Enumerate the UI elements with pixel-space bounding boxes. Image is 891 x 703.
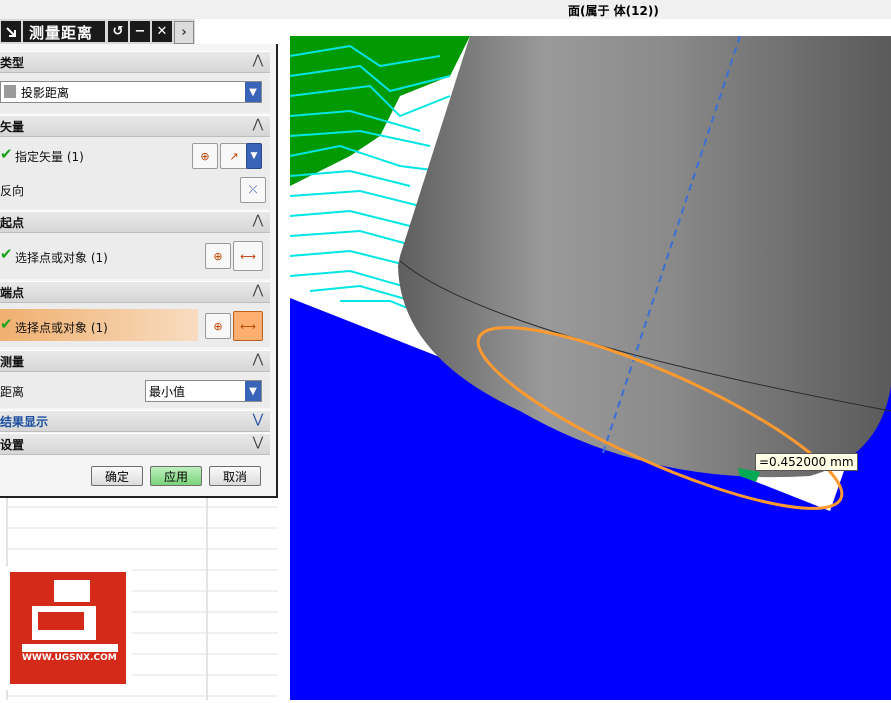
measure-row: 距离 最小值 ▼ (0, 372, 270, 408)
measure-point-icon[interactable]: ⟷ (233, 241, 263, 271)
chevron-up-icon[interactable]: ⋀ (251, 283, 265, 299)
chevron-down-icon[interactable]: ▼ (245, 381, 261, 401)
section-vector-title: 矢量 (0, 120, 25, 134)
dialog-title: 测量距离 (29, 24, 94, 42)
chevron-down-icon[interactable]: ⋁ (251, 412, 265, 428)
chevron-down-icon[interactable]: ▼ (246, 143, 262, 169)
section-start-title: 起点 (0, 216, 25, 230)
end-select-label: 选择点或对象 (1) (15, 321, 108, 335)
distance-mode-value: 最小值 (149, 385, 186, 399)
section-type-title: 类型 (0, 56, 25, 70)
point-dialog-icon[interactable]: ⊕ (205, 243, 231, 269)
close-button[interactable]: ✕ (152, 21, 172, 42)
section-vector-header[interactable]: 矢量 ⋀ (0, 115, 270, 137)
type-select-value: 投影距离 (21, 86, 70, 100)
minimize-button[interactable]: − (130, 21, 150, 42)
end-point-row: ✔ 选择点或对象 (1) ⊕ ⟷ (0, 303, 270, 347)
chevron-up-icon[interactable]: ⋀ (251, 117, 265, 133)
chevron-down-icon[interactable]: ⋁ (251, 435, 265, 451)
check-icon: ✔ (0, 245, 13, 263)
section-result-title: 结果显示 (0, 415, 49, 429)
section-end-header[interactable]: 端点 ⋀ (0, 281, 270, 303)
section-type-header[interactable]: 类型 ⋀ (0, 51, 270, 73)
type-row: 投影距离 ▼ (0, 73, 270, 113)
status-bar: 面(属于 体(12)) (0, 0, 891, 19)
distance-mode-select[interactable]: 最小值 ▼ (145, 380, 262, 402)
chevron-up-icon[interactable]: ⋀ (251, 352, 265, 368)
chevron-up-icon[interactable]: ⋀ (251, 53, 265, 69)
graphics-viewport[interactable] (289, 35, 891, 700)
logo-text: WWW.UGSNX.COM (22, 653, 117, 663)
section-measure-title: 测量 (0, 355, 25, 369)
section-settings-header[interactable]: 设置 ⋁ (0, 433, 270, 455)
reverse-label: 反向 (0, 184, 25, 198)
section-end-title: 端点 (0, 286, 25, 300)
vector-row: ✔ 指定矢量 (1) ⊕ ↗ ▼ 反向 ⤫ (0, 137, 270, 209)
section-measure-header[interactable]: 测量 ⋀ (0, 350, 270, 372)
projection-icon (4, 85, 16, 98)
section-settings-title: 设置 (0, 438, 25, 452)
selection-status-text: 面(属于 体(12)) (568, 4, 659, 18)
cancel-button[interactable]: 取消 (209, 466, 261, 486)
reverse-direction-icon[interactable]: ⤫ (240, 177, 266, 203)
distance-label: 距离 (0, 385, 25, 399)
chevron-up-icon[interactable]: ⋀ (251, 213, 265, 229)
ugsnx-logo (4, 566, 132, 690)
type-select[interactable]: 投影距离 ▼ (0, 81, 262, 103)
apply-button[interactable]: 应用 (150, 466, 202, 486)
section-start-header[interactable]: 起点 ⋀ (0, 211, 270, 233)
specify-vector-label: 指定矢量 (1) (15, 150, 84, 164)
vector-constructor-icon[interactable]: ↗ (220, 143, 248, 169)
reset-button[interactable]: ↺ (108, 21, 128, 42)
collapse-arrow-icon[interactable] (1, 21, 21, 42)
chevron-down-icon[interactable]: ▼ (245, 82, 261, 102)
measure-distance-dialog: 类型 ⋀ 投影距离 ▼ 矢量 ⋀ ✔ 指定矢量 (1) ⊕ ↗ ▼ 反向 ⤫ 起… (0, 44, 278, 498)
distance-readout: =0.452000 mm (755, 453, 858, 471)
measure-point-icon[interactable]: ⟷ (233, 311, 263, 341)
check-icon: ✔ (0, 315, 13, 333)
cad-scene (289, 35, 891, 700)
more-button[interactable]: › (174, 21, 194, 44)
start-point-row: ✔ 选择点或对象 (1) ⊕ ⟷ (0, 233, 270, 279)
ok-button[interactable]: 确定 (91, 466, 143, 486)
check-icon: ✔ (0, 145, 13, 163)
point-dialog-icon[interactable]: ⊕ (205, 313, 231, 339)
start-select-label: 选择点或对象 (1) (15, 251, 108, 265)
inferred-vector-icon[interactable]: ⊕ (192, 143, 218, 169)
section-result-header[interactable]: 结果显示 ⋁ (0, 410, 270, 432)
